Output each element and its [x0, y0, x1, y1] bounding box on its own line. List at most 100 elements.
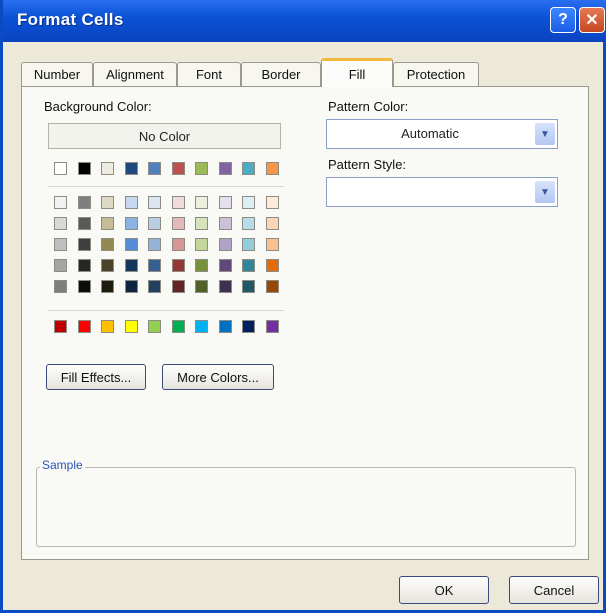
pattern-color-select[interactable]: Automatic ▼	[326, 119, 558, 149]
pattern-style-select[interactable]: ▼	[326, 177, 558, 207]
standard-color-swatch[interactable]	[242, 320, 255, 333]
standard-color-swatch[interactable]	[54, 320, 67, 333]
tint-color-swatch[interactable]	[242, 217, 255, 230]
chevron-down-icon[interactable]: ▼	[535, 123, 555, 145]
tab-protection[interactable]: Protection	[393, 62, 479, 86]
theme-color-swatch[interactable]	[101, 162, 114, 175]
no-color-button[interactable]: No Color	[48, 123, 281, 149]
tab-alignment[interactable]: Alignment	[93, 62, 177, 86]
tint-color-swatch[interactable]	[171, 196, 185, 209]
theme-color-swatch[interactable]	[242, 162, 255, 175]
tint-color-swatch[interactable]	[242, 280, 255, 293]
standard-color-swatch[interactable]	[124, 320, 138, 333]
tint-color-swatch[interactable]	[265, 259, 279, 272]
tab-fill[interactable]: Fill	[321, 58, 393, 87]
dialog-title: Format Cells	[17, 10, 124, 29]
tint-color-swatch[interactable]	[195, 196, 208, 209]
help-button[interactable]: ?	[550, 7, 576, 33]
pattern-color-value: Automatic	[401, 126, 459, 141]
standard-color-swatch[interactable]	[195, 320, 208, 333]
tint-color-swatch[interactable]	[148, 238, 161, 251]
tint-color-swatch[interactable]	[171, 217, 185, 230]
tint-color-swatch[interactable]	[101, 217, 114, 230]
tint-color-swatch[interactable]	[101, 238, 114, 251]
theme-color-swatch[interactable]	[171, 162, 185, 175]
tint-color-swatch[interactable]	[54, 280, 67, 293]
pattern-style-label: Pattern Style:	[328, 157, 407, 172]
theme-color-swatch[interactable]	[124, 162, 138, 175]
standard-color-swatch[interactable]	[77, 320, 91, 333]
tab-font[interactable]: Font	[177, 62, 241, 86]
tint-color-swatch[interactable]	[77, 280, 91, 293]
tint-color-swatch[interactable]	[242, 259, 255, 272]
tint-color-swatch[interactable]	[171, 238, 185, 251]
close-button[interactable]: ✕	[579, 7, 605, 33]
sample-label: Sample	[40, 458, 85, 472]
tint-color-swatch[interactable]	[101, 259, 114, 272]
tint-color-swatch[interactable]	[218, 217, 232, 230]
tint-color-swatch[interactable]	[77, 259, 91, 272]
theme-color-swatch[interactable]	[77, 162, 91, 175]
tint-color-swatch[interactable]	[101, 280, 114, 293]
tint-color-swatch[interactable]	[265, 280, 279, 293]
tint-color-swatch[interactable]	[265, 196, 279, 209]
tint-color-swatch[interactable]	[54, 196, 67, 209]
pattern-color-label: Pattern Color:	[328, 99, 409, 114]
standard-color-swatch[interactable]	[218, 320, 232, 333]
tint-color-swatch[interactable]	[124, 238, 138, 251]
tab-border[interactable]: Border	[241, 62, 321, 86]
theme-color-swatch[interactable]	[265, 162, 279, 175]
tint-color-swatch[interactable]	[242, 196, 255, 209]
theme-color-swatch[interactable]	[195, 162, 208, 175]
tint-color-swatch[interactable]	[218, 259, 232, 272]
tint-color-swatch[interactable]	[242, 238, 255, 251]
fill-effects-button[interactable]: Fill Effects...	[46, 364, 146, 390]
chevron-down-icon[interactable]: ▼	[535, 181, 555, 203]
tint-color-swatch[interactable]	[195, 280, 208, 293]
palette-divider	[48, 310, 284, 311]
tint-color-swatch[interactable]	[54, 259, 67, 272]
tint-color-swatch[interactable]	[265, 217, 279, 230]
tint-color-swatch[interactable]	[195, 238, 208, 251]
theme-color-swatch[interactable]	[148, 162, 161, 175]
standard-color-swatch[interactable]	[171, 320, 185, 333]
tint-color-swatch[interactable]	[124, 196, 138, 209]
close-icon: ✕	[585, 12, 599, 29]
standard-color-swatch[interactable]	[101, 320, 114, 333]
tint-color-swatch[interactable]	[171, 280, 185, 293]
tint-color-swatch[interactable]	[124, 217, 138, 230]
standard-color-swatch[interactable]	[148, 320, 161, 333]
theme-color-swatch[interactable]	[54, 162, 67, 175]
sample-box	[36, 467, 576, 547]
tint-color-swatch[interactable]	[148, 280, 161, 293]
tint-color-swatch[interactable]	[77, 196, 91, 209]
tint-color-swatch[interactable]	[124, 259, 138, 272]
theme-color-swatch[interactable]	[218, 162, 232, 175]
tint-color-swatch[interactable]	[101, 196, 114, 209]
tint-color-swatch[interactable]	[54, 238, 67, 251]
title-bar: Format Cells ? ✕	[3, 0, 606, 42]
tint-color-swatch[interactable]	[148, 217, 161, 230]
tint-color-swatch[interactable]	[54, 217, 67, 230]
format-cells-dialog: Format Cells ? ✕ Number Alignment Font B…	[0, 0, 606, 613]
tint-color-swatch[interactable]	[218, 238, 232, 251]
tint-color-swatch[interactable]	[124, 280, 138, 293]
tint-color-swatch[interactable]	[148, 196, 161, 209]
tint-color-swatch[interactable]	[218, 280, 232, 293]
fill-panel: Background Color: No Color Fill Effects.…	[21, 86, 589, 560]
tint-color-swatch[interactable]	[218, 196, 232, 209]
tint-color-swatch[interactable]	[265, 238, 279, 251]
tint-color-swatch[interactable]	[77, 217, 91, 230]
tint-color-swatch[interactable]	[148, 259, 161, 272]
more-colors-button[interactable]: More Colors...	[162, 364, 274, 390]
standard-color-swatch[interactable]	[265, 320, 279, 333]
tint-color-swatch[interactable]	[195, 217, 208, 230]
tint-color-swatch[interactable]	[195, 259, 208, 272]
help-icon: ?	[558, 11, 568, 28]
tint-color-swatch[interactable]	[171, 259, 185, 272]
tab-number[interactable]: Number	[21, 62, 93, 86]
tint-color-swatch[interactable]	[77, 238, 91, 251]
cancel-button[interactable]: Cancel	[509, 576, 599, 604]
ok-button[interactable]: OK	[399, 576, 489, 604]
palette-divider	[48, 186, 284, 187]
